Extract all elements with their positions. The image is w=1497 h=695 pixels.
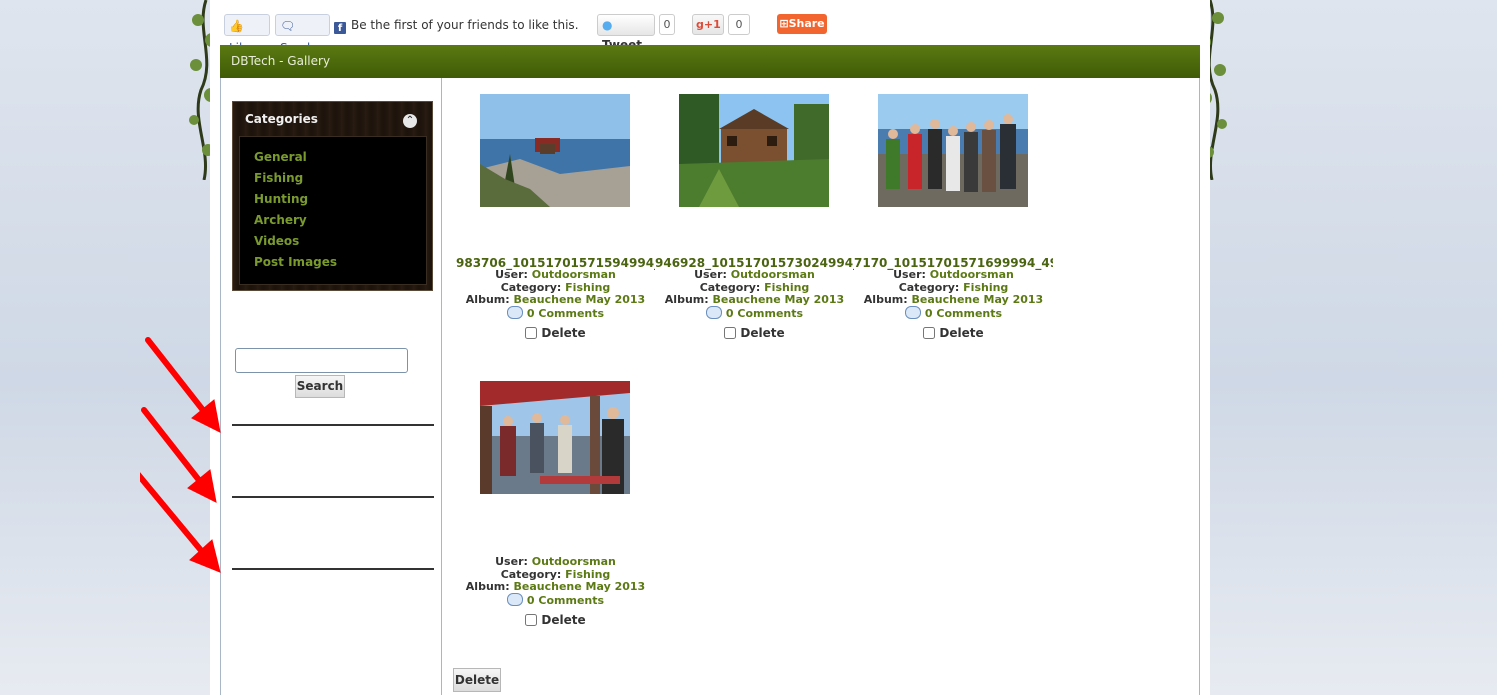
delete-checkbox[interactable]: [525, 614, 538, 626]
facebook-like-button[interactable]: 👍Like: [224, 14, 270, 55]
tweet-button[interactable]: ● Tweet: [597, 14, 655, 52]
gallery-grid: 983706_10151701571594994_... User: Outdo…: [442, 78, 1199, 695]
category-item-general[interactable]: General: [254, 147, 426, 168]
category-item-videos[interactable]: Videos: [254, 231, 426, 252]
comments-link[interactable]: 0 Comments: [527, 594, 604, 607]
page-container: 👍Like 🗨Send fBe the first of your friend…: [210, 0, 1210, 695]
photo-user: User: Outdoorsman: [495, 268, 616, 281]
categories-title: Categories: [245, 112, 318, 126]
twitter-bird-icon: ●: [602, 18, 613, 32]
photo-user: User: Outdoorsman: [495, 555, 616, 568]
category-item-fishing[interactable]: Fishing: [254, 168, 426, 189]
delete-checkbox[interactable]: [525, 327, 538, 339]
delete-checkbox[interactable]: [724, 327, 737, 339]
divider-line: [232, 568, 434, 570]
social-bar: 👍Like 🗨Send fBe the first of your friend…: [222, 0, 1202, 55]
collapse-toggle-icon[interactable]: ⌃: [403, 114, 417, 128]
album-link[interactable]: Beauchene May 2013: [713, 293, 845, 306]
comments-link[interactable]: 0 Comments: [726, 307, 803, 320]
gallery-item: 983706_10151701571594994_... User: Outdo…: [456, 94, 655, 354]
facebook-send-button[interactable]: 🗨Send: [275, 14, 330, 55]
divider-line: [232, 496, 434, 498]
red-arrow-icon: [141, 407, 205, 487]
delete-row: Delete: [456, 613, 655, 627]
tweet-count: 0: [659, 14, 675, 35]
google-plus-count: 0: [728, 14, 750, 35]
google-g-icon: g: [696, 18, 704, 31]
user-link[interactable]: Outdoorsman: [731, 268, 815, 281]
comment-icon: [904, 306, 921, 319]
comment-icon: [705, 306, 722, 319]
gallery-item: User: Outdoorsman Category: Fishing Albu…: [456, 381, 655, 641]
photo-comments: 0 Comments: [456, 306, 655, 321]
facebook-like-text: f Be the first of your friends to like th…: [334, 18, 579, 34]
photo-album: Album: Beauchene May 2013: [465, 580, 646, 593]
user-link[interactable]: Outdoorsman: [532, 268, 616, 281]
photo-comments: 0 Comments: [854, 306, 1053, 321]
photo-user: User: Outdoorsman: [694, 268, 815, 281]
categories-box: Categories ⌃ General Fishing Hunting Arc…: [232, 101, 433, 291]
thumbs-up-icon: 👍: [229, 19, 244, 33]
photo-thumbnail[interactable]: [878, 94, 1028, 207]
photo-comments: 0 Comments: [655, 306, 854, 321]
album-link[interactable]: Beauchene May 2013: [514, 580, 646, 593]
sidebar: Categories ⌃ General Fishing Hunting Arc…: [221, 78, 442, 695]
photo-thumbnail[interactable]: [480, 94, 630, 207]
comment-icon: [506, 306, 523, 319]
divider-line: [232, 424, 434, 426]
search-input[interactable]: [235, 348, 408, 373]
page-title: DBTech - Gallery: [220, 45, 1200, 78]
content-area: Categories ⌃ General Fishing Hunting Arc…: [220, 78, 1200, 695]
category-item-post-images[interactable]: Post Images: [254, 252, 426, 273]
photo-thumbnail[interactable]: [480, 381, 630, 494]
album-link[interactable]: Beauchene May 2013: [514, 293, 646, 306]
photo-album: Album: Beauchene May 2013: [664, 293, 845, 306]
facebook-logo-icon: f: [334, 22, 346, 34]
photo-user: User: Outdoorsman: [893, 268, 1014, 281]
speech-bubble-icon: 🗨: [280, 19, 296, 33]
photo-album: Album: Beauchene May 2013: [465, 293, 646, 306]
red-arrow-icon: [145, 337, 209, 417]
plus-icon: ⊞: [779, 17, 789, 30]
delete-checkbox[interactable]: [923, 327, 936, 339]
comment-icon: [506, 593, 523, 606]
delete-button[interactable]: Delete: [453, 668, 501, 692]
user-link[interactable]: Outdoorsman: [532, 555, 616, 568]
photo-comments: 0 Comments: [456, 593, 655, 608]
category-item-hunting[interactable]: Hunting: [254, 189, 426, 210]
delete-row: Delete: [655, 326, 854, 340]
share-button[interactable]: ⊞Share: [777, 14, 827, 34]
comments-link[interactable]: 0 Comments: [527, 307, 604, 320]
album-link[interactable]: Beauchene May 2013: [912, 293, 1044, 306]
delete-row: Delete: [456, 326, 655, 340]
photo-thumbnail[interactable]: [679, 94, 829, 207]
photo-album: Album: Beauchene May 2013: [863, 293, 1044, 306]
google-plus-button[interactable]: g+1: [692, 14, 724, 35]
gallery-item: 7170_10151701571699994_49... User: Outdo…: [854, 94, 1053, 354]
category-list: General Fishing Hunting Archery Videos P…: [239, 136, 427, 285]
category-item-archery[interactable]: Archery: [254, 210, 426, 231]
search-button[interactable]: Search: [295, 375, 345, 398]
user-link[interactable]: Outdoorsman: [930, 268, 1014, 281]
gallery-item: 946928_10151701573024994_... User: Outdo…: [655, 94, 854, 354]
delete-row: Delete: [854, 326, 1053, 340]
comments-link[interactable]: 0 Comments: [925, 307, 1002, 320]
annotation-arrows: [140, 337, 221, 573]
